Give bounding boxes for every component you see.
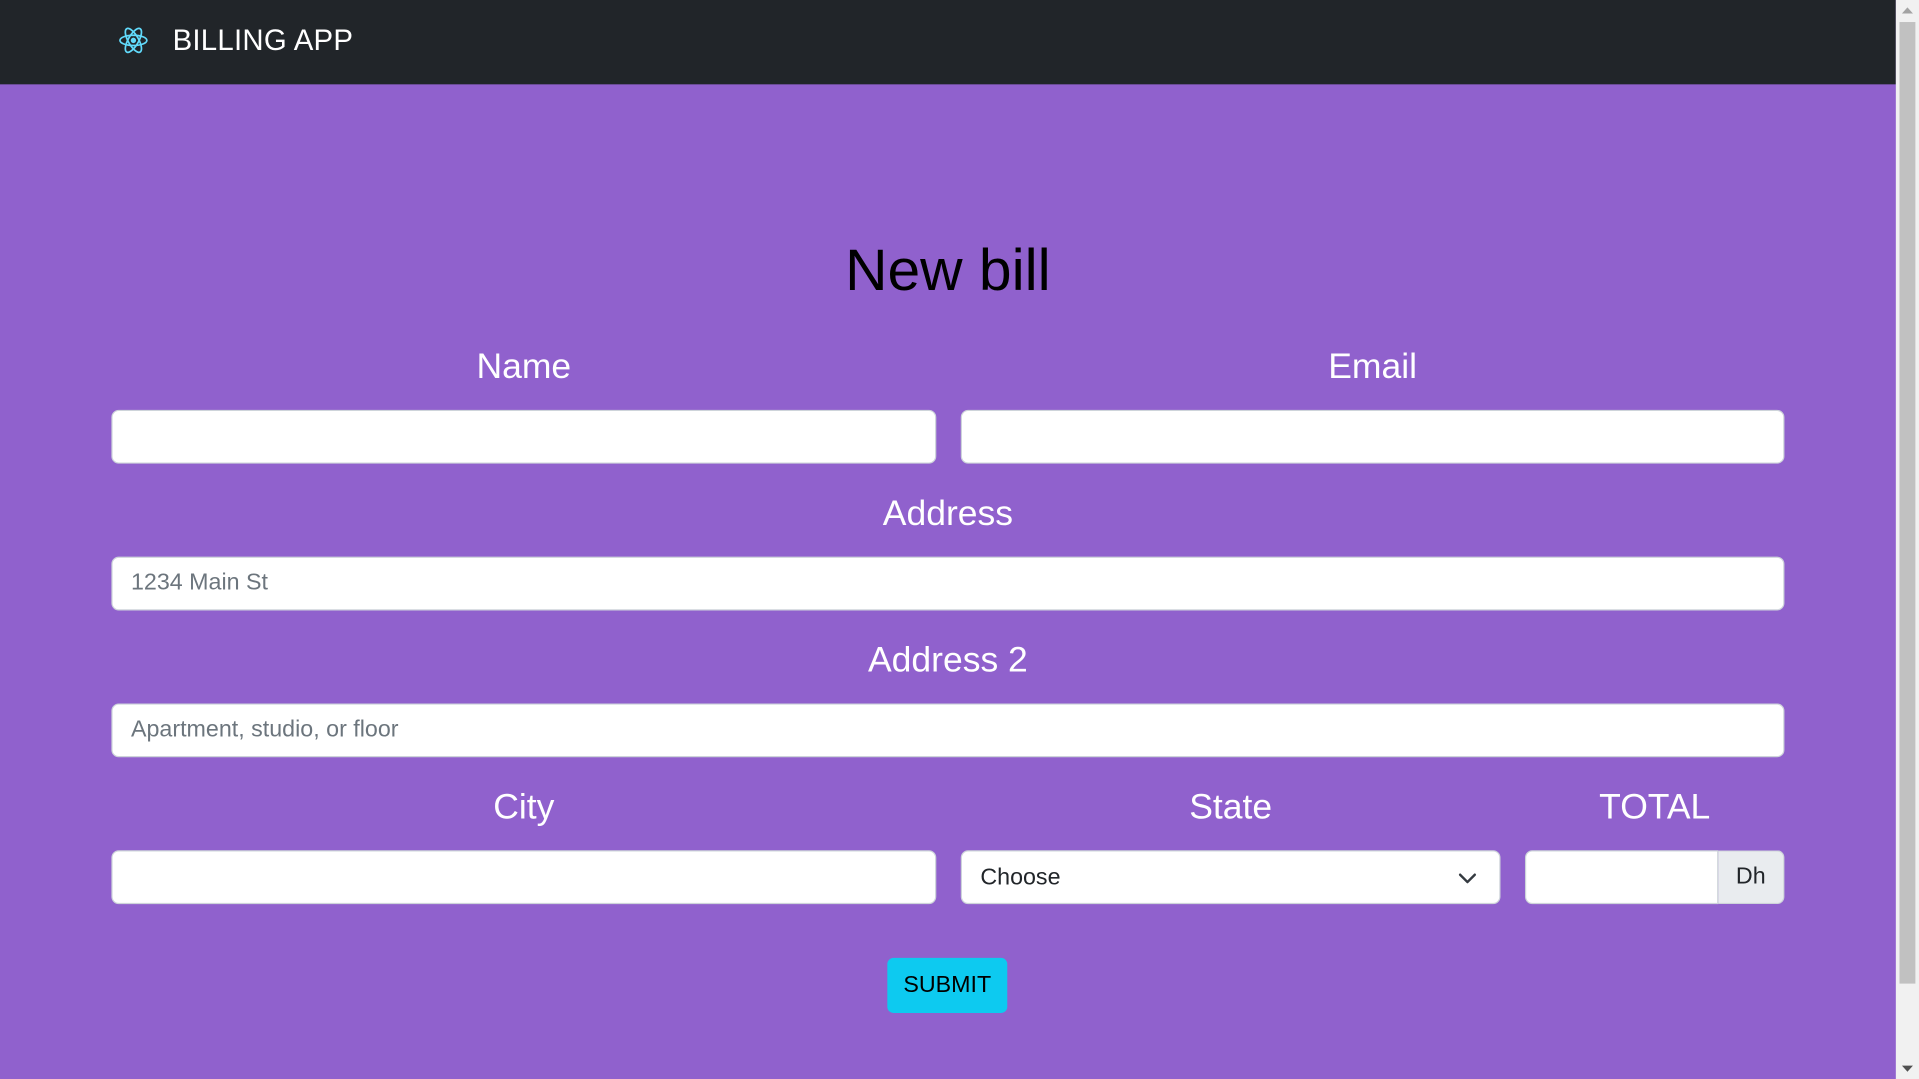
navbar: BILLING APP: [0, 0, 1896, 85]
scroll-up-arrow-icon[interactable]: [1896, 0, 1919, 21]
vertical-scrollbar[interactable]: [1895, 0, 1919, 1079]
chevron-down-icon: [1458, 873, 1477, 884]
address-input[interactable]: [111, 556, 1785, 611]
submit-button[interactable]: SUBMIT: [887, 957, 1008, 1013]
address2-input[interactable]: [111, 703, 1785, 758]
state-label: State: [1189, 787, 1273, 828]
name-input[interactable]: [111, 409, 937, 464]
total-input[interactable]: [1524, 850, 1719, 905]
email-input[interactable]: [960, 409, 1785, 464]
state-select-value: Choose: [980, 864, 1061, 891]
react-atom-icon[interactable]: [117, 24, 149, 56]
main-content: New bill Name Email Address Address 2 Ci…: [0, 84, 1896, 1079]
address-label: Address: [882, 494, 1014, 534]
scrollbar-thumb[interactable]: [1899, 22, 1916, 984]
brand-title[interactable]: BILLING APP: [173, 24, 354, 58]
city-input[interactable]: [111, 850, 937, 905]
city-label: City: [493, 787, 555, 828]
scroll-down-arrow-icon[interactable]: [1896, 1058, 1919, 1079]
state-select[interactable]: Choose: [960, 850, 1501, 905]
currency-suffix: Dh: [1718, 850, 1785, 905]
name-label: Name: [476, 347, 572, 387]
email-label: Email: [1328, 347, 1417, 387]
address2-label: Address 2: [867, 641, 1028, 681]
page-title: New bill: [845, 238, 1051, 304]
total-label: TOTAL: [1599, 787, 1711, 828]
